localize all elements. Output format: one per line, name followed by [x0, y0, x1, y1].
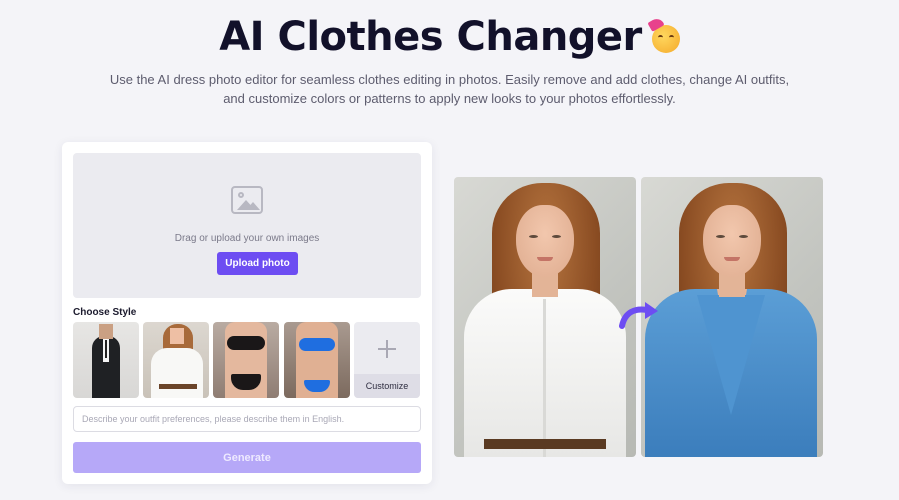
- hero-title: AI Clothes Changer: [0, 14, 899, 60]
- style-option-black-suit[interactable]: [73, 322, 139, 398]
- hero-title-text: AI Clothes Changer: [219, 14, 642, 60]
- style-option-white-shirt[interactable]: [143, 322, 209, 398]
- choose-style-label: Choose Style: [73, 307, 137, 318]
- upload-dropzone[interactable]: Drag or upload your own images Upload ph…: [73, 153, 421, 298]
- hero-subtitle: Use the AI dress photo editor for seamle…: [109, 72, 790, 106]
- after-photo: [641, 177, 823, 457]
- style-option-black-lace-lingerie[interactable]: [213, 322, 279, 398]
- editor-panel: Drag or upload your own images Upload ph…: [62, 142, 432, 484]
- upload-photo-button[interactable]: Upload photo: [217, 252, 298, 275]
- partying-face-icon: [647, 16, 680, 53]
- before-photo: [454, 177, 636, 457]
- customize-label: Customize: [354, 374, 420, 398]
- style-option-blue-bikini[interactable]: [284, 322, 350, 398]
- curved-arrow-right-icon: [619, 302, 658, 329]
- image-placeholder-icon: [231, 186, 263, 214]
- generate-button[interactable]: Generate: [73, 442, 421, 473]
- customize-style-button[interactable]: Customize: [354, 322, 420, 398]
- outfit-description-input[interactable]: [73, 406, 421, 432]
- plus-icon: [378, 340, 396, 358]
- dropzone-text: Drag or upload your own images: [174, 233, 320, 244]
